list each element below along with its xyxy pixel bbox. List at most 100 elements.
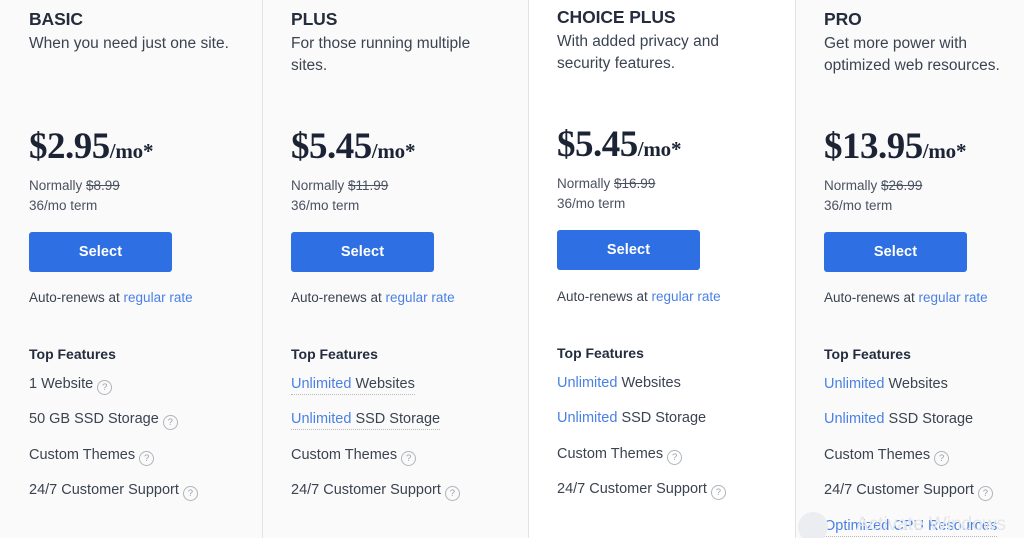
price-line: $5.45/mo*: [557, 126, 789, 163]
normally-price: $16.99: [614, 176, 656, 191]
feature-item[interactable]: 24/7 Customer Support?: [557, 481, 791, 501]
feature-text: Unlimited SSD Storage: [291, 411, 441, 431]
features-section: Top Features Unlimited Websites Unlimited …: [824, 346, 1020, 537]
help-icon[interactable]: ?: [97, 380, 113, 395]
feature-item[interactable]: Custom Themes?: [824, 447, 1020, 466]
feature-item[interactable]: Unlimited SSD Storage: [291, 411, 524, 431]
autorenew-prefix: Auto-renews at: [29, 290, 124, 305]
select-button-pro[interactable]: Select: [824, 232, 967, 272]
feature-highlight: Unlimited: [824, 411, 885, 428]
regular-rate-link[interactable]: regular rate: [386, 290, 455, 305]
feature-item[interactable]: 24/7 Customer Support?: [29, 482, 258, 502]
feature-text: 24/7 Customer Support: [291, 482, 441, 498]
plan-header: CHOICE PLUS With added privacy and securi…: [557, 7, 787, 75]
feature-item[interactable]: Unlimited Websites: [824, 376, 1020, 393]
help-icon[interactable]: ?: [977, 486, 993, 502]
feature-text: 50 GB SSD Storage: [29, 411, 159, 427]
help-icon[interactable]: ?: [710, 485, 726, 501]
normally-label: Normally: [29, 178, 83, 193]
price-amount: $5.45: [291, 126, 372, 167]
feature-item[interactable]: Unlimited Websites: [291, 376, 524, 395]
plan-header: PLUS For those running multiple sites.: [291, 9, 520, 77]
feature-text: 24/7 Customer Support: [557, 481, 707, 497]
autorenew-note: Auto-renews at regular rate: [824, 290, 988, 305]
feature-label: Custom Themes: [291, 446, 398, 463]
feature-item[interactable]: 24/7 Customer Support?: [291, 482, 524, 502]
feature-label: 24/7 Customer Support: [291, 482, 441, 499]
feature-label: 24/7 Customer Support: [29, 482, 179, 499]
feature-text: Unlimited SSD Storage: [557, 410, 706, 426]
price-line: $2.95/mo*: [29, 128, 256, 165]
price-amount: $13.95: [824, 126, 923, 167]
feature-label: Websites: [351, 376, 415, 392]
feature-item[interactable]: Unlimited Websites: [557, 375, 791, 392]
price-period: /mo*: [371, 139, 416, 163]
help-icon[interactable]: ?: [667, 449, 683, 465]
normally-label: Normally: [291, 178, 345, 193]
feature-item[interactable]: 24/7 Customer Support?: [824, 482, 1020, 502]
features-section: Top Features Unlimited Websites Unlimited …: [291, 346, 524, 502]
feature-text: Custom Themes: [291, 447, 397, 463]
plan-header: PRO Get more power with optimized web res…: [824, 9, 1016, 77]
feature-item[interactable]: Optimized CPU Resources: [824, 517, 1020, 537]
regular-rate-link[interactable]: regular rate: [919, 290, 988, 305]
normally-price: $11.99: [348, 178, 389, 193]
feature-highlight: Unlimited: [291, 411, 352, 428]
features-title: Top Features: [29, 346, 116, 362]
feature-highlight: Unlimited: [291, 376, 352, 392]
feature-item[interactable]: Unlimited SSD Storage: [557, 410, 791, 427]
help-icon[interactable]: ?: [934, 450, 950, 466]
plan-column-basic: BASIC When you need just one site. $2.95/m…: [0, 0, 262, 538]
feature-item[interactable]: Custom Themes?: [291, 447, 524, 466]
normally-price-row: Normally $8.99: [29, 176, 256, 196]
feature-item[interactable]: Custom Themes?: [557, 446, 791, 465]
feature-text: Custom Themes: [29, 447, 135, 463]
plan-column-plus: PLUS For those running multiple sites. $5.…: [262, 0, 528, 538]
feature-highlight: Unlimited: [824, 376, 885, 392]
autorenew-note: Auto-renews at regular rate: [557, 289, 721, 304]
feature-item[interactable]: Custom Themes?: [29, 447, 258, 466]
feature-item[interactable]: 50 GB SSD Storage?: [29, 411, 258, 431]
feature-text: Custom Themes: [824, 447, 930, 463]
plan-header: BASIC When you need just one site.: [29, 9, 254, 55]
price-period: /mo*: [637, 137, 682, 161]
feature-text: Unlimited Websites: [824, 376, 948, 392]
help-icon[interactable]: ?: [182, 486, 198, 502]
normally-price: $8.99: [86, 178, 120, 193]
regular-rate-link[interactable]: regular rate: [652, 289, 721, 304]
feature-text: Optimized CPU Resources: [824, 517, 998, 537]
select-button-plus[interactable]: Select: [291, 232, 434, 272]
price-amount: $2.95: [29, 126, 110, 167]
plan-description: Get more power with optimized web resour…: [824, 35, 1000, 75]
plan-name: PRO: [824, 9, 862, 29]
feature-text: Unlimited Websites: [291, 376, 415, 395]
feature-item[interactable]: 1 Website?: [29, 376, 258, 395]
autorenew-note: Auto-renews at regular rate: [291, 290, 455, 305]
feature-text: Unlimited SSD Storage: [824, 411, 973, 427]
feature-highlight: Unlimited: [557, 375, 618, 391]
feature-item[interactable]: Unlimited SSD Storage: [824, 411, 1020, 428]
price-term: 36/mo term: [824, 197, 893, 213]
normally-price-row: Normally $11.99: [291, 176, 522, 196]
feature-label: Websites: [617, 375, 681, 391]
feature-highlight: Unlimited: [557, 410, 618, 427]
select-button-choice-plus[interactable]: Select: [557, 230, 700, 270]
price-term: 36/mo term: [291, 197, 360, 213]
regular-rate-link[interactable]: regular rate: [124, 290, 193, 305]
features-section: Top Features Unlimited Websites Unlimited …: [557, 345, 791, 501]
feature-text: Unlimited Websites: [557, 375, 681, 391]
feature-text: 24/7 Customer Support: [824, 482, 974, 498]
feature-text: 1 Website: [29, 376, 93, 392]
help-icon[interactable]: ?: [444, 486, 460, 502]
price-period: /mo*: [922, 139, 967, 163]
price-line: $13.95/mo*: [824, 128, 1018, 165]
help-icon[interactable]: ?: [139, 450, 155, 466]
features-title: Top Features: [557, 345, 644, 361]
help-icon[interactable]: ?: [162, 415, 178, 431]
help-icon[interactable]: ?: [401, 450, 417, 466]
price-block: $5.45/mo* Normally $16.99 36/mo term: [557, 126, 789, 213]
price-term: 36/mo term: [557, 195, 626, 211]
price-block: $2.95/mo* Normally $8.99 36/mo term: [29, 128, 256, 215]
pricing-table: BASIC When you need just one site. $2.95/m…: [0, 0, 1024, 538]
select-button-basic[interactable]: Select: [29, 232, 172, 272]
